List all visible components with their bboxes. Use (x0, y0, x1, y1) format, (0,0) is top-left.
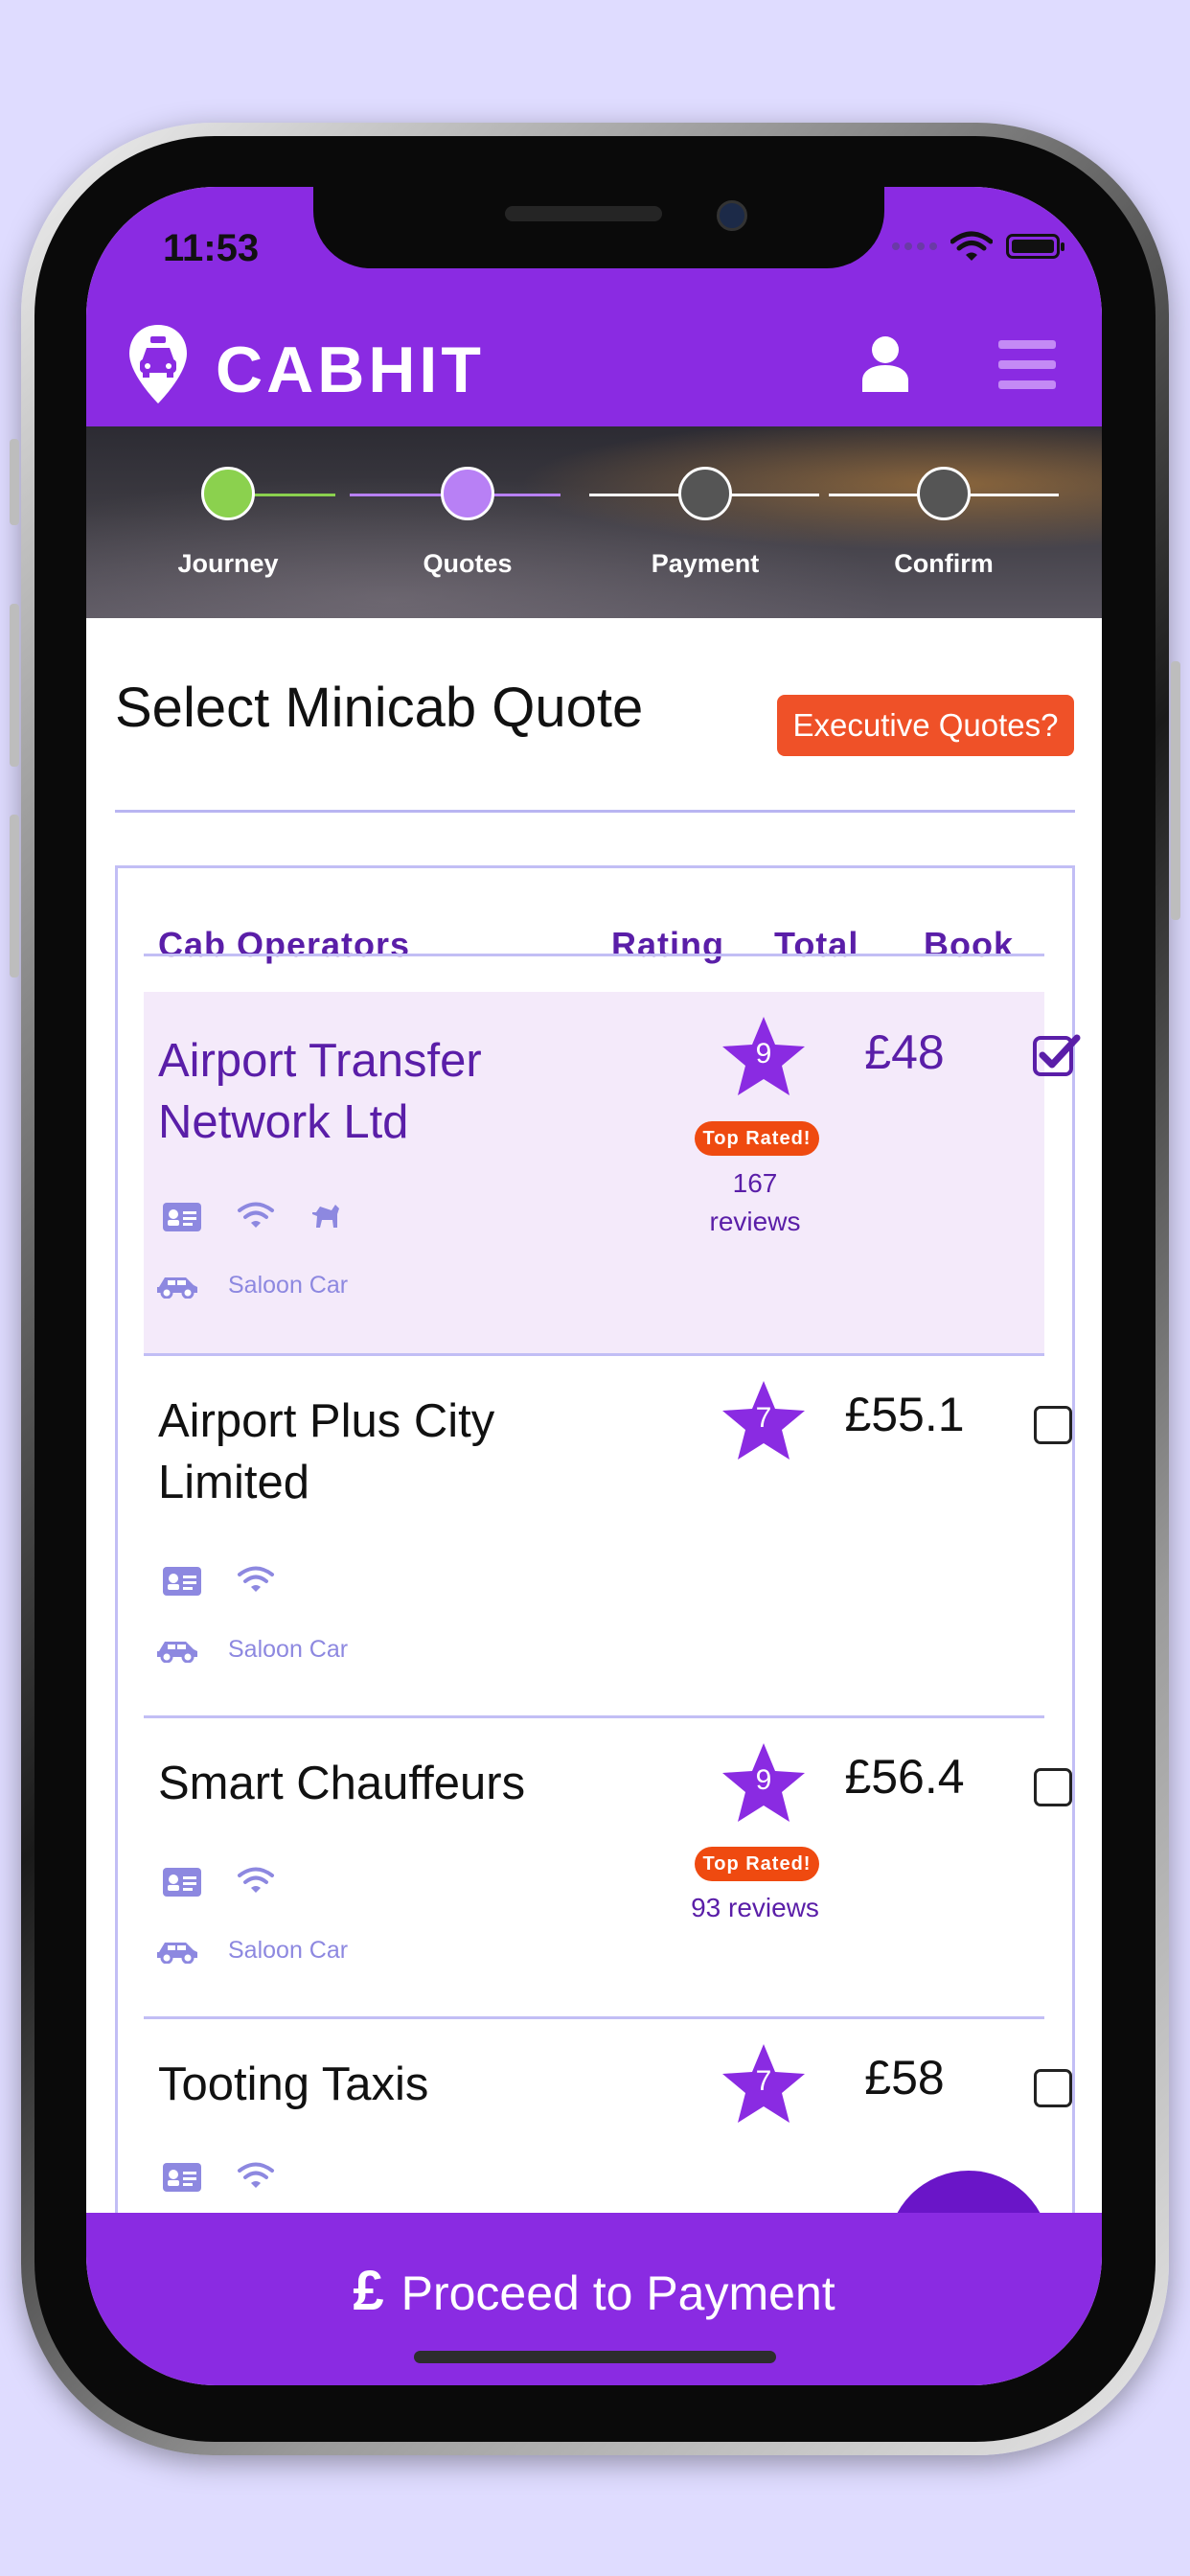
vehicle-type: Saloon Car (228, 1636, 349, 1663)
executive-quotes-button[interactable]: Executive Quotes? (777, 695, 1074, 756)
operator-name: Tooting Taxis (158, 2058, 429, 2110)
pound-icon: £ (353, 2260, 384, 2322)
quote-price: £48 (864, 1025, 945, 1079)
signal-icon (892, 242, 937, 250)
battery-icon (1006, 234, 1064, 259)
reviews-count: 93 reviews (691, 1893, 819, 1922)
wifi-icon (238, 2162, 274, 2188)
id-card-icon (163, 2163, 201, 2192)
quote-row[interactable]: Smart Chauffeurs Saloon Car 9 Top Rated!… (144, 1718, 1072, 2019)
page-title: Select Minicab Quote (115, 677, 644, 739)
header-divider (144, 954, 1044, 956)
header-book: Book (924, 925, 1014, 964)
wifi-icon (238, 1566, 274, 1592)
rating-value: 7 (755, 2065, 772, 2097)
id-card-icon (163, 1868, 201, 1897)
notch (313, 187, 884, 268)
wifi-icon (238, 1202, 274, 1228)
volume-down-button (10, 815, 19, 978)
quote-price: £58 (864, 2051, 945, 2104)
step-quotes-dot[interactable] (441, 467, 494, 520)
top-rated-badge: Top Rated! (695, 1847, 819, 1881)
car-icon (157, 1277, 197, 1299)
hamburger-menu-icon[interactable] (998, 340, 1056, 390)
step-confirm-label: Confirm (894, 549, 994, 578)
vehicle-type: Saloon Car (228, 1272, 349, 1299)
pet-friendly-icon (312, 1205, 339, 1228)
quote-price: £56.4 (844, 1750, 965, 1804)
app-header: CABHIT (86, 311, 1102, 426)
status-icons (892, 231, 1064, 262)
rating-value: 9 (755, 1038, 772, 1070)
proceed-label-wrapper: £ Proceed to Payment (86, 2259, 1102, 2323)
quote-row[interactable]: Tooting Taxis 7 £58 (144, 2019, 1072, 2220)
booking-progress-stepper: Journey Quotes Payment Confirm (86, 426, 1102, 618)
quote-price: £55.1 (844, 1388, 965, 1441)
brand-name: CABHIT (216, 334, 485, 406)
operator-name: Smart Chauffeurs (158, 1758, 526, 1809)
operator-name: Airport Plus City Limited (158, 1395, 495, 1508)
title-divider (115, 810, 1075, 813)
speaker-grille (505, 206, 662, 221)
volume-up-button (10, 604, 19, 767)
checkbox-unchecked[interactable] (1034, 2069, 1072, 2107)
quote-row[interactable]: Airport Plus City Limited Saloon Car 7 £… (144, 1356, 1072, 1718)
rating-value: 9 (755, 1764, 772, 1796)
step-payment-label: Payment (651, 549, 760, 578)
checkbox-unchecked[interactable] (1034, 1768, 1072, 1806)
step-confirm-dot (917, 467, 971, 520)
header-total: Total (774, 925, 859, 964)
proceed-to-payment-button[interactable]: £ Proceed to Payment (86, 2213, 1102, 2385)
proceed-label: Proceed to Payment (400, 2266, 835, 2320)
header-cab-operators: Cab Operators (158, 925, 411, 964)
wifi-status-icon (950, 231, 993, 261)
top-rated-badge: Top Rated! (695, 1121, 819, 1156)
reviews-count: 167 reviews (709, 1168, 801, 1236)
step-connector (350, 494, 446, 496)
taxi-pin-logo-icon (129, 325, 187, 403)
car-icon (157, 1642, 197, 1663)
user-profile-icon[interactable] (860, 334, 910, 394)
id-card-icon (163, 1203, 201, 1231)
home-indicator (414, 2351, 776, 2363)
vehicle-type: Saloon Car (228, 1937, 349, 1964)
checkbox-checked[interactable] (1033, 1032, 1081, 1076)
app-screen: 11:53 CABHIT Journey Quotes Payment Conf… (86, 187, 1102, 2385)
operator-name: Airport Transfer Network Ltd (158, 1035, 482, 1148)
quote-row[interactable]: Airport Transfer Network Ltd Saloon Car … (144, 992, 1081, 1356)
id-card-icon (163, 1567, 201, 1596)
step-journey-dot[interactable] (201, 467, 255, 520)
step-quotes-label: Quotes (423, 549, 513, 578)
header-rating: Rating (611, 925, 724, 964)
step-journey-label: Journey (177, 549, 279, 578)
car-icon (157, 1943, 197, 1964)
step-payment-dot (678, 467, 732, 520)
checkbox-unchecked[interactable] (1034, 1406, 1072, 1444)
status-time: 11:53 (163, 227, 260, 269)
front-camera (717, 200, 747, 231)
power-button (1171, 661, 1180, 920)
wifi-icon (238, 1867, 274, 1893)
mute-switch (10, 439, 19, 525)
rating-value: 7 (755, 1402, 772, 1434)
status-bar: 11:53 (86, 187, 1102, 311)
